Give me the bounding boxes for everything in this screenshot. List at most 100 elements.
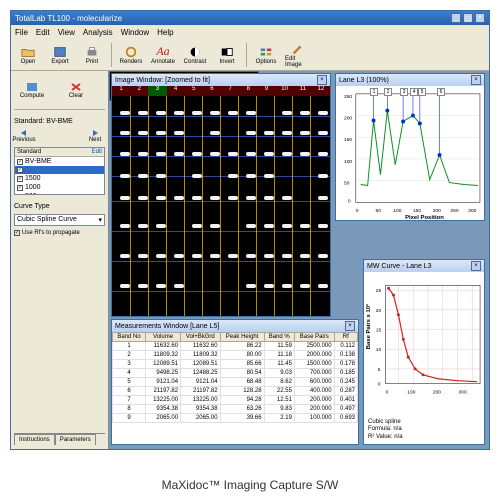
table-row[interactable]: 621197.8221197.82128.2822.55400.0000.287 bbox=[113, 387, 358, 396]
renders-button[interactable]: Renders bbox=[118, 42, 144, 68]
propagate-label: Use Rf's to propagate bbox=[22, 230, 80, 236]
window-title: TotalLab TL100 - molecularize bbox=[15, 14, 451, 23]
mw-chart[interactable]: 25 20 15 10 5 0 0 100 200 300 Base Pairs x 10² C… bbox=[364, 272, 484, 444]
close-icon[interactable]: × bbox=[345, 321, 355, 331]
menu-analysis[interactable]: Analysis bbox=[83, 28, 113, 37]
gel-image[interactable]: 123456789101112 document.write(Array.fro… bbox=[112, 86, 330, 316]
curve-type-select[interactable]: Cubic Spline Curve▾ bbox=[14, 214, 105, 226]
table-row[interactable]: 713225.0013225.0094.2812.51200.0000.401 bbox=[113, 396, 358, 405]
standard-listbox[interactable]: StandardEdit ✓BV-BME ✓ ✓1500 ✓1000 ✓900 bbox=[14, 147, 105, 195]
table-row[interactable]: 111632.6011632.6086.2211.592500.0000.112 bbox=[113, 342, 358, 351]
minimize-button[interactable]: _ bbox=[451, 13, 461, 23]
svg-text:200: 200 bbox=[433, 389, 441, 395]
tab-parameters[interactable]: Parameters bbox=[55, 434, 96, 445]
svg-text:5: 5 bbox=[378, 367, 381, 373]
menu-window[interactable]: Window bbox=[121, 28, 149, 37]
table-header[interactable]: Band No bbox=[113, 333, 146, 342]
list-item: ✓1500 bbox=[15, 174, 104, 183]
svg-text:100: 100 bbox=[407, 389, 415, 395]
svg-text:0: 0 bbox=[348, 198, 351, 204]
menu-view[interactable]: View bbox=[58, 28, 75, 37]
clear-button[interactable]: Clear bbox=[58, 75, 94, 105]
menu-file[interactable]: File bbox=[15, 28, 28, 37]
open-button[interactable]: Open bbox=[15, 42, 41, 68]
svg-text:0: 0 bbox=[386, 389, 389, 395]
export-button[interactable]: Export bbox=[47, 42, 73, 68]
measurements-table[interactable]: Band NoVolumeVol+BkGrdPeak HeightBand %B… bbox=[112, 332, 358, 444]
svg-text:10: 10 bbox=[376, 347, 382, 353]
compute-button[interactable]: Compute bbox=[14, 75, 50, 105]
main-area: Image Window: [Zoomed to fit]× 123456789… bbox=[109, 71, 489, 449]
menu-help[interactable]: Help bbox=[157, 28, 173, 37]
annotate-button[interactable]: AaAnnotate bbox=[150, 42, 176, 68]
svg-text:0: 0 bbox=[356, 208, 359, 214]
invert-button[interactable]: Invert bbox=[214, 42, 240, 68]
menu-edit[interactable]: Edit bbox=[36, 28, 50, 37]
list-item: ✓BV-BME bbox=[15, 157, 104, 166]
svg-text:200: 200 bbox=[433, 208, 441, 214]
svg-text:100: 100 bbox=[344, 159, 352, 165]
measurements-title: Measurements Window [Lane L5] bbox=[115, 323, 345, 330]
svg-text:25: 25 bbox=[376, 288, 382, 294]
table-row[interactable]: 312089.5112089.5185.6611.451500.0000.178 bbox=[113, 360, 358, 369]
chevron-down-icon: ▾ bbox=[98, 216, 102, 224]
mw-title: MW Curve - Lane L3 bbox=[367, 263, 471, 270]
list-item: ✓1000 bbox=[15, 183, 104, 192]
close-icon[interactable]: × bbox=[317, 75, 327, 85]
image-window: Image Window: [Zoomed to fit]× 123456789… bbox=[111, 73, 331, 317]
table-row[interactable]: 49498.2512488.2580.549.03700.0000.185 bbox=[113, 369, 358, 378]
contrast-button[interactable]: Contrast bbox=[182, 42, 208, 68]
svg-text:150: 150 bbox=[344, 137, 352, 143]
svg-text:200: 200 bbox=[344, 116, 352, 122]
left-panel: Compute Clear Standard: BV-BME Previous … bbox=[11, 71, 109, 449]
table-header[interactable]: Rf bbox=[334, 333, 357, 342]
app-window: TotalLab TL100 - molecularize _ ▢ × File… bbox=[10, 10, 490, 450]
propagate-checkbox[interactable]: ✓ bbox=[14, 230, 20, 236]
edit-image-button[interactable]: Edit Image bbox=[285, 42, 311, 68]
table-row[interactable]: 211809.3211809.3280.0011.182000.0000.138 bbox=[113, 351, 358, 360]
lane-chart[interactable]: 250200150100500 050100150200250300 Pixel… bbox=[336, 86, 484, 220]
image-window-title: Image Window: [Zoomed to fit] bbox=[115, 77, 317, 84]
close-button[interactable]: × bbox=[475, 13, 485, 23]
svg-text:100: 100 bbox=[393, 208, 401, 214]
svg-text:15: 15 bbox=[376, 328, 382, 334]
previous-button[interactable]: Previous bbox=[14, 129, 34, 143]
standard-label: Standard: BV-BME bbox=[14, 118, 105, 125]
close-icon[interactable]: × bbox=[471, 261, 481, 271]
chart-xlabel: Pixel Position bbox=[405, 215, 444, 220]
list-item: ✓ bbox=[15, 166, 104, 174]
next-button[interactable]: Next bbox=[85, 129, 105, 143]
maximize-button[interactable]: ▢ bbox=[463, 13, 473, 23]
table-row[interactable]: 59121.049121.0468.488.62600.0000.245 bbox=[113, 378, 358, 387]
svg-text:20: 20 bbox=[376, 308, 382, 314]
mw-curve-window: MW Curve - Lane L3× 25 20 15 10 5 0 0 100 200 30… bbox=[363, 259, 485, 445]
mw-info: Cubic spline Formula: n/a R² Value: n/a bbox=[364, 417, 484, 444]
table-header[interactable]: Vol+BkGrd bbox=[181, 333, 221, 342]
table-header[interactable]: Volume bbox=[146, 333, 181, 342]
table-header[interactable]: Base Pairs bbox=[294, 333, 334, 342]
svg-text:50: 50 bbox=[376, 208, 382, 214]
svg-text:250: 250 bbox=[450, 208, 458, 214]
tab-instructions[interactable]: Instructions bbox=[14, 434, 55, 445]
print-button[interactable]: Print bbox=[79, 42, 105, 68]
lane-chart-window: Lane L3 (100%)× 250200150100500 05010015… bbox=[335, 73, 485, 221]
table-header[interactable]: Band % bbox=[264, 333, 294, 342]
svg-text:250: 250 bbox=[344, 94, 352, 100]
svg-text:50: 50 bbox=[344, 181, 350, 187]
svg-text:Base Pairs x 10²: Base Pairs x 10² bbox=[365, 304, 372, 349]
edit-link[interactable]: Edit bbox=[92, 149, 102, 155]
table-row[interactable]: 92065.002065.0039.662.19100.0000.693 bbox=[113, 414, 358, 423]
measurements-window: Measurements Window [Lane L5]× Band NoVo… bbox=[111, 319, 359, 445]
svg-text:0: 0 bbox=[378, 382, 381, 388]
menubar: File Edit View Analysis Window Help bbox=[11, 25, 489, 39]
table-header[interactable]: Peak Height bbox=[220, 333, 264, 342]
table-row[interactable]: 89354.389354.3863.269.83200.0000.497 bbox=[113, 405, 358, 414]
toolbar: Open Export Print Renders AaAnnotate Con… bbox=[11, 39, 489, 71]
svg-text:300: 300 bbox=[458, 389, 466, 395]
list-item: ✓900 bbox=[15, 192, 104, 195]
svg-text:150: 150 bbox=[413, 208, 421, 214]
curve-type-label: Curve Type bbox=[14, 203, 105, 210]
caption: MaXidoc™ Imaging Capture S/W bbox=[0, 478, 500, 492]
options-button[interactable]: Options bbox=[253, 42, 279, 68]
close-icon[interactable]: × bbox=[471, 75, 481, 85]
